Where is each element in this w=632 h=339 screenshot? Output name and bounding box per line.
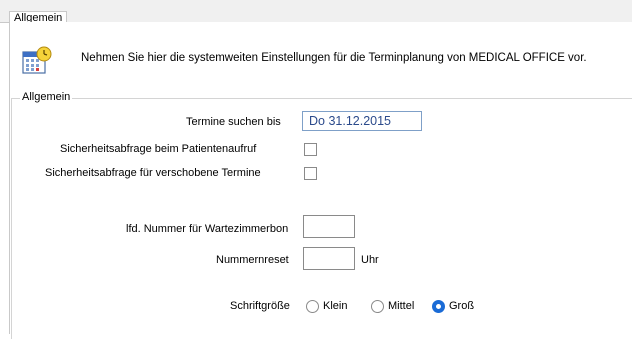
waiting-room-number-label: lfd. Nummer für Wartezimmerbon — [126, 223, 289, 235]
waiting-room-number-field[interactable] — [303, 215, 355, 238]
confirm-moved-appointments-checkbox[interactable] — [304, 167, 317, 180]
font-size-option-gross: Groß — [449, 300, 475, 312]
number-reset-unit: Uhr — [361, 254, 379, 266]
confirm-moved-appointments-label: Sicherheitsabfrage für verschobene Termi… — [45, 167, 261, 179]
number-reset-label: Nummernreset — [216, 254, 289, 266]
intro-description: Nehmen Sie hier die systemweiten Einstel… — [81, 52, 587, 64]
font-size-radio-mittel[interactable] — [371, 300, 384, 313]
font-size-option-mittel: Mittel — [388, 300, 415, 312]
calendar-clock-icon — [22, 46, 52, 76]
font-size-label: Schriftgröße — [230, 300, 290, 312]
font-size-radio-gross[interactable] — [432, 300, 445, 313]
tab-strip: Allgemein — [0, 0, 632, 24]
confirm-patient-call-label: Sicherheitsabfrage beim Patientenaufruf — [60, 143, 257, 155]
search-until-label: Termine suchen bis — [186, 116, 281, 128]
search-until-date-field[interactable]: Do 31.12.2015 — [302, 111, 422, 131]
number-reset-field[interactable] — [303, 247, 355, 270]
confirm-patient-call-checkbox[interactable] — [304, 143, 317, 156]
font-size-option-klein: Klein — [323, 300, 348, 312]
font-size-radio-klein[interactable] — [306, 300, 319, 313]
group-title: Allgemein — [20, 91, 73, 103]
